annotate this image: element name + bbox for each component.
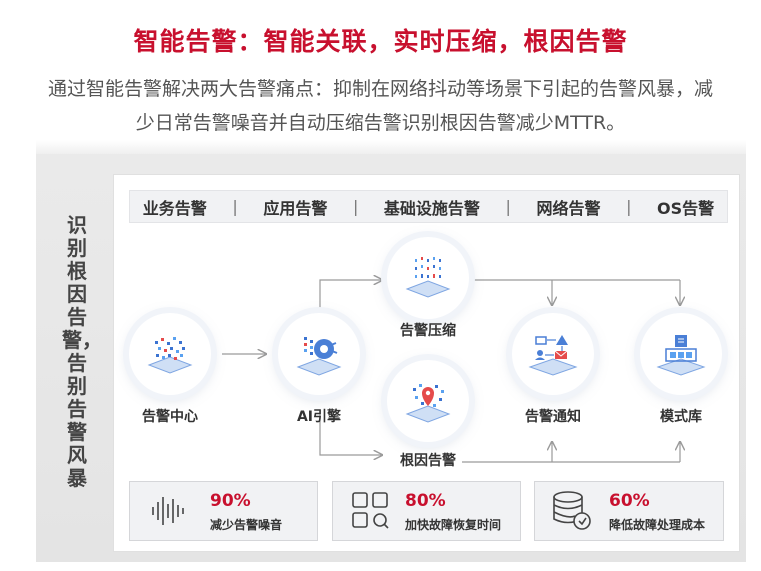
- node-root-cause: [387, 360, 469, 442]
- alarm-center-icon: [147, 337, 193, 374]
- node-label-root-cause: 根因告警: [400, 453, 456, 469]
- stat-label-recovery: 加快故障恢复时间: [405, 518, 502, 532]
- pattern-lib-icon: [656, 335, 706, 376]
- node-notification: [512, 313, 594, 395]
- stat-value-noise: 90%: [210, 491, 251, 511]
- stat-value-recovery: 80%: [405, 491, 446, 511]
- node-label-ai-engine: AI引擎: [296, 409, 342, 425]
- stat-card-cost: 60% 降低故障处理成本: [534, 481, 724, 541]
- stat-card-noise: 90% 减少告警噪音: [129, 481, 318, 541]
- node-label-alarm-center: 告警中心: [142, 409, 198, 425]
- stat-label-cost: 降低故障处理成本: [609, 518, 706, 532]
- notification-icon: [528, 335, 578, 376]
- root-cause-icon: [405, 384, 451, 423]
- stat-label-noise: 减少告警噪音: [210, 518, 283, 532]
- node-pattern-lib: [640, 313, 722, 395]
- compression-icon: [405, 257, 451, 298]
- node-label-notification: 告警通知: [525, 409, 581, 425]
- database-icon: [553, 491, 591, 530]
- arrow-ai-to-compression: [319, 280, 382, 312]
- node-label-compression: 告警压缩: [400, 323, 456, 339]
- tools-grid-icon: [352, 492, 389, 529]
- waveform-icon: [152, 497, 184, 525]
- node-ai-engine: [278, 313, 360, 395]
- node-alarm-center: [129, 313, 211, 395]
- ai-engine-icon: [296, 337, 342, 376]
- node-label-pattern-lib: 模式库: [660, 409, 702, 425]
- stat-value-cost: 60%: [609, 491, 650, 511]
- node-compression: [387, 237, 469, 319]
- stat-card-recovery: 80% 加快故障恢复时间: [332, 481, 521, 541]
